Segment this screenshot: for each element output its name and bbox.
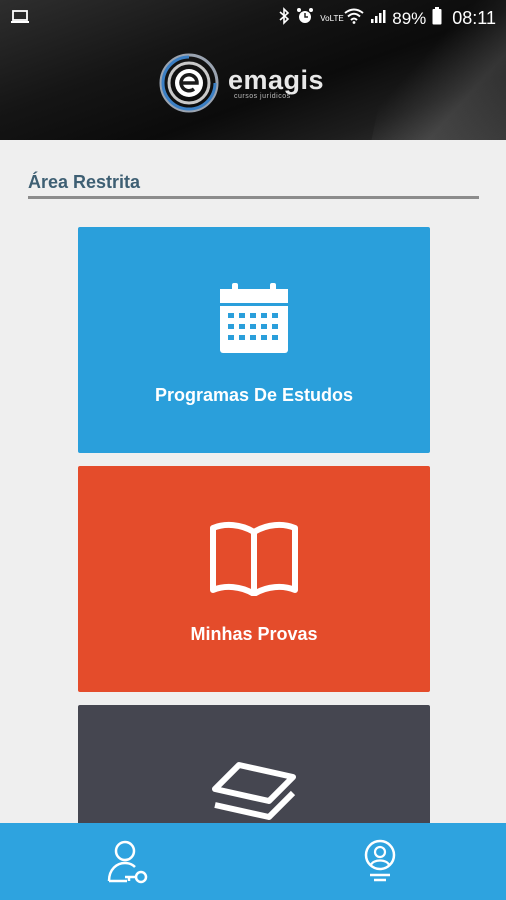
app-header: VoLTE 89% 08:11 emagis cursos jurídicos	[0, 0, 506, 140]
battery-icon	[432, 7, 442, 30]
bottom-navigation	[0, 823, 506, 900]
status-icons: VoLTE 89% 08:11	[278, 7, 496, 30]
status-bar: VoLTE 89% 08:11	[0, 0, 506, 36]
layers-icon	[212, 762, 296, 820]
clock: 08:11	[452, 8, 496, 28]
minhas-provas-label: Minhas Provas	[190, 624, 318, 644]
signal-icon	[370, 8, 386, 29]
laptop-icon	[10, 9, 30, 30]
programas-de-estudos-card[interactable]: Programas De Estudos	[78, 227, 430, 453]
brand-logo: emagis cursos jurídicos	[158, 52, 324, 114]
emagis-logo-icon	[159, 53, 219, 113]
user-key-icon	[107, 840, 148, 884]
user-profile-button[interactable]	[355, 837, 405, 887]
programas-de-estudos-label: Programas De Estudos	[154, 385, 354, 405]
volte-icon: VoLTE	[320, 13, 344, 23]
open-book-icon	[210, 521, 298, 596]
user-profile-icon	[364, 839, 396, 882]
battery-percent: 89%	[392, 8, 427, 28]
brand-name: emagis	[228, 64, 325, 95]
user-key-button[interactable]	[103, 837, 153, 887]
section-divider	[28, 196, 479, 199]
bluetooth-icon	[278, 7, 290, 30]
calendar-icon	[220, 283, 288, 353]
layers-card[interactable]	[78, 705, 430, 835]
minhas-provas-card[interactable]: Minhas Provas	[78, 466, 430, 692]
alarm-icon	[296, 7, 314, 30]
wifi-icon	[344, 8, 364, 29]
section-title: Área Restrita	[28, 172, 141, 192]
